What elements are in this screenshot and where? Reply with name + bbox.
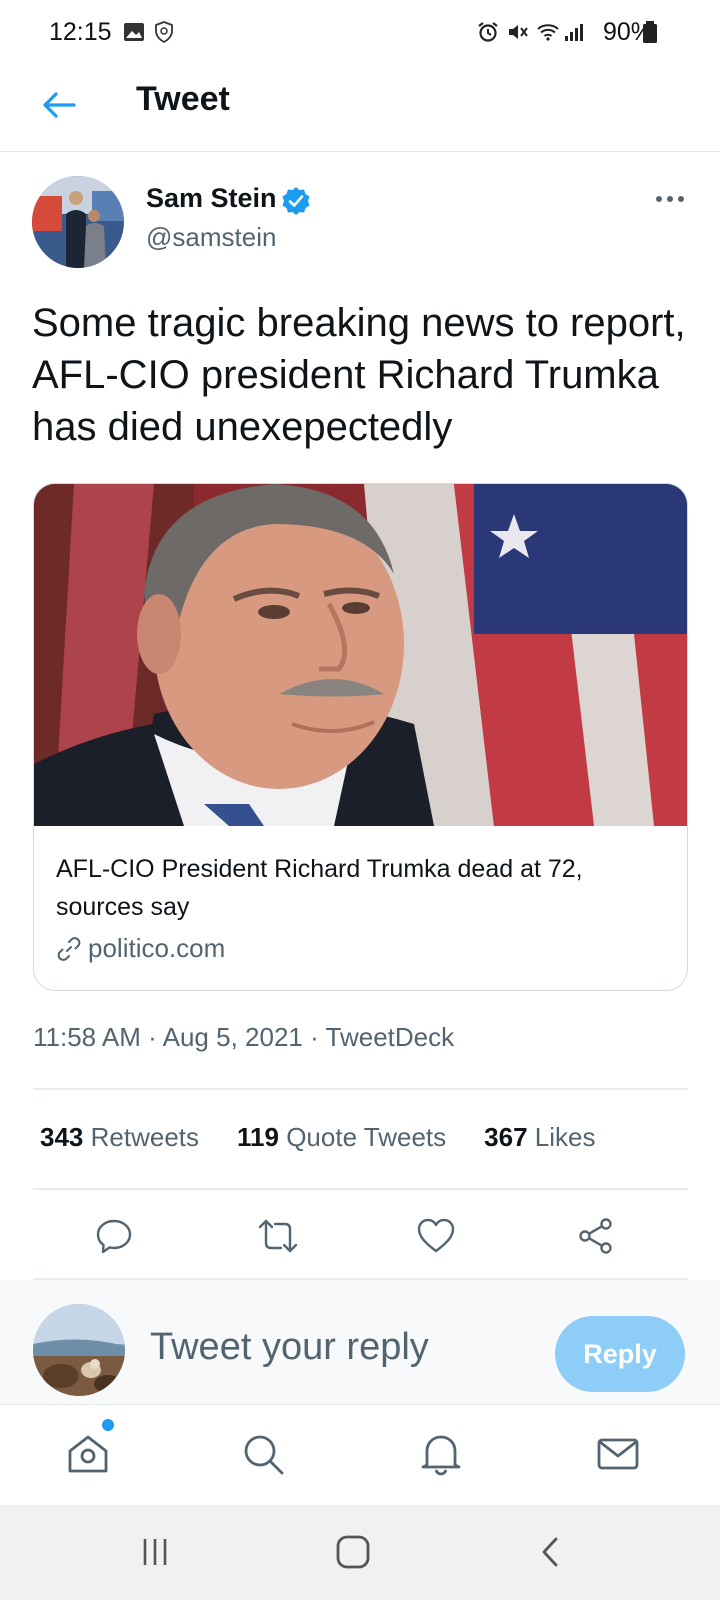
reply-icon bbox=[96, 1219, 132, 1254]
author-avatar[interactable] bbox=[32, 176, 124, 268]
page-title: Tweet bbox=[136, 80, 230, 118]
gallery-icon bbox=[124, 23, 144, 41]
back-arrow-icon bbox=[43, 92, 76, 118]
quote-tweets-label: Quote Tweets bbox=[286, 1122, 447, 1152]
home-button-icon bbox=[336, 1535, 370, 1569]
link-card[interactable]: AFL-CIO President Richard Trumka dead at… bbox=[33, 483, 688, 991]
back-system-button[interactable] bbox=[527, 1529, 575, 1575]
notification-dot bbox=[102, 1419, 114, 1431]
quote-tweets-stat[interactable]: 119 Quote Tweets bbox=[237, 1122, 446, 1153]
card-image bbox=[34, 484, 687, 826]
nav-search[interactable] bbox=[238, 1429, 288, 1479]
likes-label: Likes bbox=[534, 1122, 596, 1152]
battery-icon bbox=[643, 21, 657, 43]
search-icon bbox=[244, 1435, 284, 1475]
more-options-button[interactable] bbox=[648, 186, 692, 212]
retweets-count: 343 bbox=[40, 1122, 84, 1152]
home-icon bbox=[68, 1435, 108, 1473]
tweet-source[interactable]: TweetDeck bbox=[326, 1022, 455, 1052]
recent-apps-icon bbox=[143, 1539, 167, 1565]
notifications-icon bbox=[421, 1435, 461, 1476]
reply-button[interactable] bbox=[92, 1214, 136, 1258]
back-button[interactable] bbox=[36, 82, 82, 128]
like-button[interactable] bbox=[414, 1214, 458, 1258]
share-button[interactable] bbox=[574, 1214, 618, 1258]
meta-separator: · bbox=[310, 1022, 326, 1052]
divider bbox=[33, 1088, 688, 1090]
likes-count: 367 bbox=[484, 1122, 528, 1152]
nav-messages[interactable] bbox=[593, 1429, 643, 1479]
alarm-icon bbox=[478, 22, 498, 42]
nav-notifications[interactable] bbox=[416, 1429, 466, 1479]
author-handle[interactable]: @samstein bbox=[146, 222, 276, 253]
messages-icon bbox=[597, 1438, 639, 1470]
signal-icon bbox=[565, 24, 583, 41]
card-title: AFL-CIO President Richard Trumka dead at… bbox=[56, 855, 583, 921]
mute-icon bbox=[509, 25, 528, 39]
reply-input[interactable]: Tweet your reply bbox=[150, 1326, 429, 1369]
retweet-button[interactable] bbox=[256, 1214, 300, 1258]
quote-tweets-count: 119 bbox=[237, 1122, 279, 1152]
author-name[interactable]: Sam Stein bbox=[146, 183, 277, 214]
bottom-nav bbox=[0, 1405, 720, 1505]
recent-apps-button[interactable] bbox=[131, 1529, 179, 1575]
share-icon bbox=[579, 1218, 612, 1254]
card-domain-row: politico.com bbox=[56, 933, 225, 964]
wifi-icon bbox=[537, 24, 559, 41]
more-icon bbox=[656, 196, 684, 202]
home-system-button[interactable] bbox=[329, 1529, 377, 1575]
retweets-stat[interactable]: 343 Retweets bbox=[40, 1122, 199, 1153]
reply-composer: Tweet your reply Reply bbox=[0, 1280, 720, 1405]
user-photo bbox=[33, 1304, 125, 1396]
tweet-meta: 11:58 AM · Aug 5, 2021 · TweetDeck bbox=[33, 1022, 454, 1053]
likes-stat[interactable]: 367 Likes bbox=[484, 1122, 595, 1153]
retweet-icon bbox=[258, 1219, 298, 1253]
shield-icon bbox=[155, 21, 173, 44]
tweet-time[interactable]: 11:58 AM bbox=[33, 1022, 141, 1052]
status-bar: 12:15 90% bbox=[0, 0, 720, 68]
nav-home[interactable] bbox=[63, 1429, 113, 1479]
tweet-stats: 343 Retweets 119 Quote Tweets 367 Likes bbox=[40, 1122, 633, 1153]
meta-separator: · bbox=[148, 1022, 163, 1052]
verified-badge-icon bbox=[282, 187, 310, 215]
reply-submit-button[interactable]: Reply bbox=[555, 1316, 685, 1392]
author-photo bbox=[32, 176, 124, 268]
tweet-text: Some tragic breaking news to report, AFL… bbox=[32, 301, 686, 449]
card-info: AFL-CIO President Richard Trumka dead at… bbox=[34, 826, 687, 990]
link-icon bbox=[57, 936, 81, 961]
system-nav-bar bbox=[0, 1505, 720, 1600]
user-avatar[interactable] bbox=[33, 1304, 125, 1396]
card-domain: politico.com bbox=[88, 933, 226, 963]
top-app-bar: Tweet bbox=[0, 68, 720, 152]
system-back-icon bbox=[542, 1537, 558, 1567]
like-icon bbox=[417, 1218, 455, 1253]
divider bbox=[33, 1188, 688, 1190]
tweet-date[interactable]: Aug 5, 2021 bbox=[163, 1022, 303, 1052]
status-time: 12:15 bbox=[49, 18, 112, 46]
retweets-label: Retweets bbox=[90, 1122, 200, 1152]
